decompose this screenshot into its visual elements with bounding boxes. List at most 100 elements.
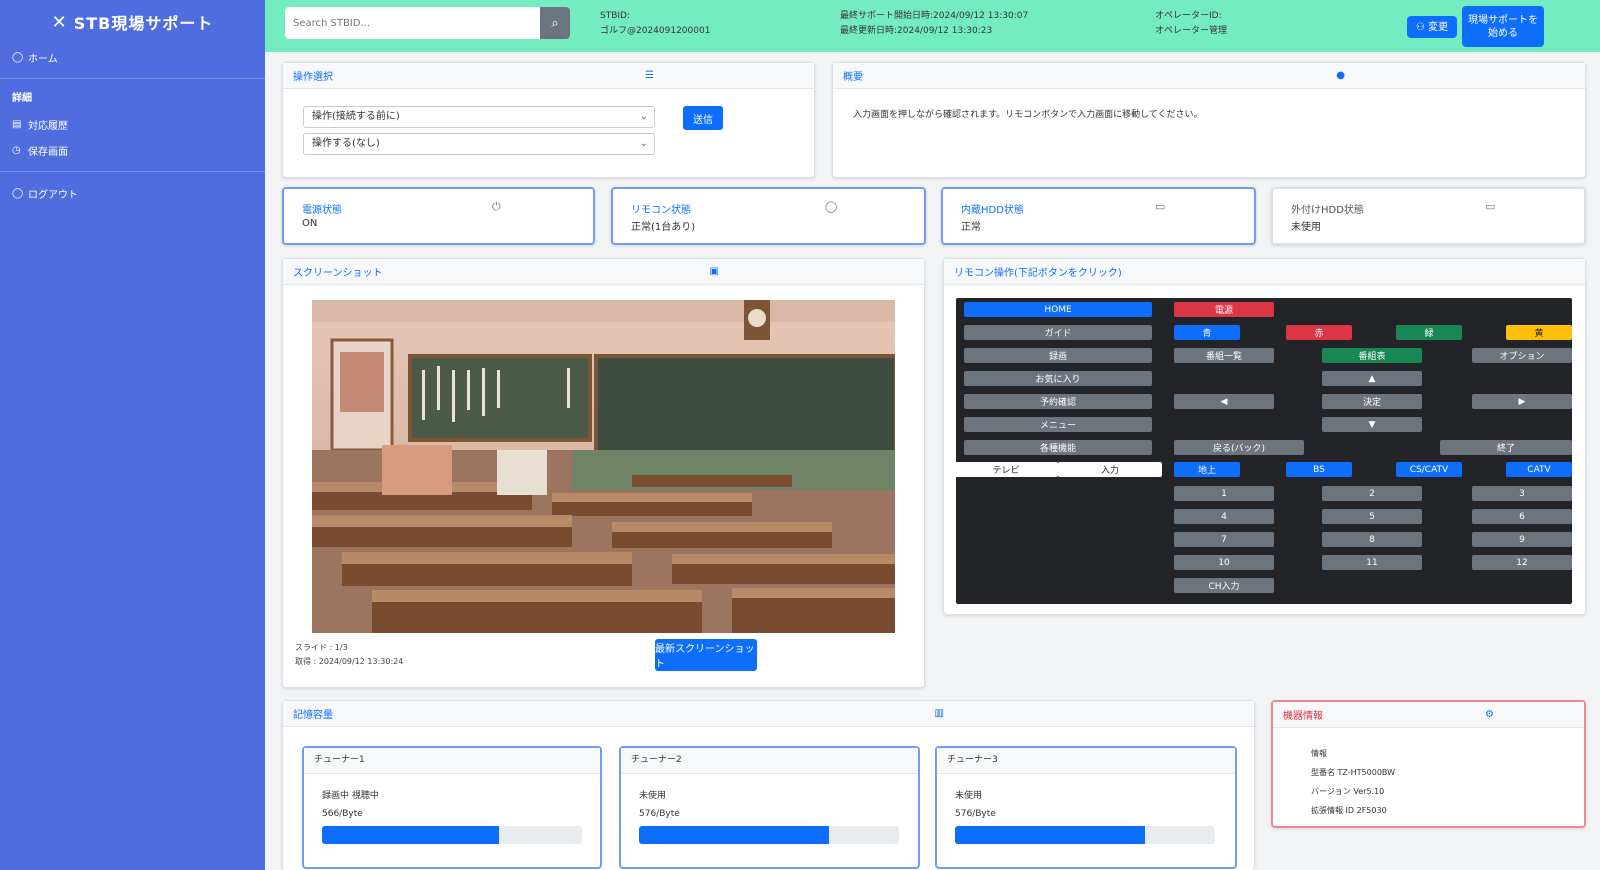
- remote-record-button[interactable]: 録画: [964, 348, 1152, 363]
- sidebar-item-saved[interactable]: ◷ 保存画面: [0, 137, 265, 163]
- tuner-size: 576/Byte: [955, 809, 996, 819]
- progress-fill: [322, 826, 499, 844]
- remote-12-button[interactable]: 12: [1472, 555, 1572, 570]
- sidebar-item-label: ホーム: [28, 53, 58, 65]
- remote-epg-button[interactable]: 番組表: [1322, 348, 1422, 363]
- remote-up-button[interactable]: ▲: [1322, 371, 1422, 386]
- tuner-title: チューナー1: [304, 748, 600, 774]
- sidebar-item-home[interactable]: ◯ ホーム: [0, 44, 265, 70]
- remote-playlist-button[interactable]: 番組一覧: [1174, 348, 1274, 363]
- card-title: 記憶容量: [293, 710, 333, 721]
- remote-input-button[interactable]: 入力: [1058, 462, 1162, 477]
- remote-3-button[interactable]: 3: [1472, 486, 1572, 501]
- remote-blue-button[interactable]: 青: [1174, 325, 1240, 340]
- stb-id-value: ゴルフ@2024091200001: [600, 26, 711, 36]
- operation-sub-select[interactable]: 操作する(なし) ⌄: [303, 133, 655, 155]
- stat-label: 電源状態: [302, 205, 342, 216]
- remote-yellow-button[interactable]: 黄: [1506, 325, 1572, 340]
- latest-screenshot-button[interactable]: 最新スクリーンショット: [655, 639, 757, 671]
- stat-internal-hdd: 内蔵HDD状態 正常 ▭: [941, 187, 1256, 245]
- remote-home-button[interactable]: HOME: [964, 302, 1152, 317]
- card-title: 概要: [843, 72, 863, 83]
- last-support-time: 最終サポート開始日時:2024/09/12 13:30:07: [840, 11, 1029, 21]
- person-icon: ⚇: [1415, 21, 1425, 33]
- remote-5-button[interactable]: 5: [1322, 509, 1422, 524]
- hdd-icon: ▭: [1155, 200, 1166, 213]
- remote-7-button[interactable]: 7: [1174, 532, 1274, 547]
- remote-exit-button[interactable]: 終了: [1440, 440, 1572, 455]
- search-button[interactable]: ⌕: [540, 7, 570, 39]
- operator-info: オペレーターID: オペレーター管理: [1155, 9, 1227, 39]
- tuner-title: チューナー2: [621, 748, 918, 774]
- sidebar-item-logout[interactable]: ◯ ログアウト: [0, 180, 265, 206]
- remote-tv-button[interactable]: テレビ: [954, 462, 1058, 477]
- capture-time: 取得 : 2024/09/12 13:30:24: [295, 657, 404, 666]
- remote-menu-button[interactable]: メニュー: [964, 417, 1152, 432]
- notice-card: 概要 ● 入力画面を押しながら確認されます。リモコンボタンで入力画面に移動してくだ…: [832, 62, 1586, 178]
- remote-option-button[interactable]: オプション: [1472, 348, 1572, 363]
- remote-green-button[interactable]: 緑: [1396, 325, 1462, 340]
- change-button-label: 変更: [1428, 21, 1449, 33]
- remote-catv-button[interactable]: CATV: [1506, 462, 1572, 477]
- remote-favorite-button[interactable]: お気に入り: [964, 371, 1152, 386]
- remote-4-button[interactable]: 4: [1174, 509, 1274, 524]
- remote-9-button[interactable]: 9: [1472, 532, 1572, 547]
- start-support-button[interactable]: 現場サポートを 始める: [1462, 6, 1544, 47]
- remote-ok-button[interactable]: 決定: [1322, 394, 1422, 409]
- card-header: リモコン操作(下記ボタンをクリック): [944, 259, 1585, 285]
- brand-name: STB現場サポート: [73, 14, 214, 33]
- remote-1-button[interactable]: 1: [1174, 486, 1274, 501]
- brand[interactable]: ✕ STB現場サポート: [0, 0, 265, 44]
- stat-remote: リモコン状態 正常(1台あり) ◯: [611, 187, 926, 245]
- tuner-card-3: チューナー3 未使用 576/Byte: [935, 746, 1237, 869]
- hdd-icon: ▭: [1485, 200, 1496, 213]
- stat-external-hdd: 外付けHDD状態 未使用 ▭: [1271, 187, 1586, 245]
- remote-settings-button[interactable]: 各種機能: [964, 440, 1152, 455]
- screenshot-card: スクリーンショット▣ スライド : 1/3 取得 : 2024/09/12 1: [282, 258, 925, 688]
- tuner-status: 未使用: [639, 791, 667, 801]
- remote-8-button[interactable]: 8: [1322, 532, 1422, 547]
- remote-digital-button[interactable]: 地上: [1174, 462, 1240, 477]
- select-value: 操作(接続する前に): [312, 111, 400, 122]
- stat-value: 正常: [961, 222, 981, 233]
- card-header: 概要 ●: [833, 63, 1585, 89]
- sidebar-item-label: 保存画面: [28, 146, 68, 158]
- sidebar-item-label: ログアウト: [28, 189, 78, 201]
- stat-label: リモコン状態: [631, 205, 691, 216]
- tuner-size: 566/Byte: [322, 809, 363, 819]
- device-info-row: 拡張情報 ID 2F5030: [1311, 806, 1387, 815]
- stat-value: 正常(1台あり): [631, 222, 696, 233]
- remote-red-button[interactable]: 赤: [1286, 325, 1352, 340]
- timestamps: 最終サポート開始日時:2024/09/12 13:30:07 最終更新日時:20…: [840, 9, 1028, 39]
- remote-right-button[interactable]: ▶: [1472, 394, 1572, 409]
- sidebar-item-history[interactable]: ▤ 対応履歴: [0, 111, 265, 137]
- remote-down-button[interactable]: ▼: [1322, 417, 1422, 432]
- remote-10-button[interactable]: 10: [1174, 555, 1274, 570]
- remote-left-button[interactable]: ◀: [1174, 394, 1274, 409]
- remote-cs-button[interactable]: CS/CATV: [1396, 462, 1462, 477]
- search-icon: ⌕: [551, 15, 559, 31]
- stat-power: 電源状態 ON ⏻: [282, 187, 595, 245]
- remote-11-button[interactable]: 11: [1322, 555, 1422, 570]
- search-input[interactable]: [285, 7, 540, 39]
- chevron-down-icon: ⌄: [639, 138, 648, 149]
- tv-screenshot-image: [312, 300, 895, 633]
- topbar: ⌕ STBID: ゴルフ@2024091200001 最終サポート開始日時:20…: [265, 0, 1600, 52]
- remote-bs-button[interactable]: BS: [1286, 462, 1352, 477]
- operation-select[interactable]: 操作(接続する前に) ⌄: [303, 106, 655, 128]
- document-icon: ▤: [12, 118, 22, 130]
- sidebar-section-title: 詳細: [12, 93, 32, 104]
- remote-2-button[interactable]: 2: [1322, 486, 1422, 501]
- remote-guide-button[interactable]: ガイド: [964, 325, 1152, 340]
- remote-ch-input-button[interactable]: CH入力: [1174, 578, 1274, 593]
- remote-6-button[interactable]: 6: [1472, 509, 1572, 524]
- image-icon: ▣: [709, 266, 719, 277]
- change-button[interactable]: ⚇ 変更: [1407, 16, 1457, 38]
- remote-power-button[interactable]: 電源: [1174, 302, 1274, 317]
- remote-back-button[interactable]: 戻る(バック): [1174, 440, 1304, 455]
- remote-timer-button[interactable]: 予約確認: [964, 394, 1152, 409]
- capture-index: スライド : 1/3: [295, 643, 348, 652]
- progress-fill: [955, 826, 1145, 844]
- submit-button[interactable]: 送信: [683, 106, 723, 130]
- card-header: 機器情報 ⚙: [1273, 702, 1584, 728]
